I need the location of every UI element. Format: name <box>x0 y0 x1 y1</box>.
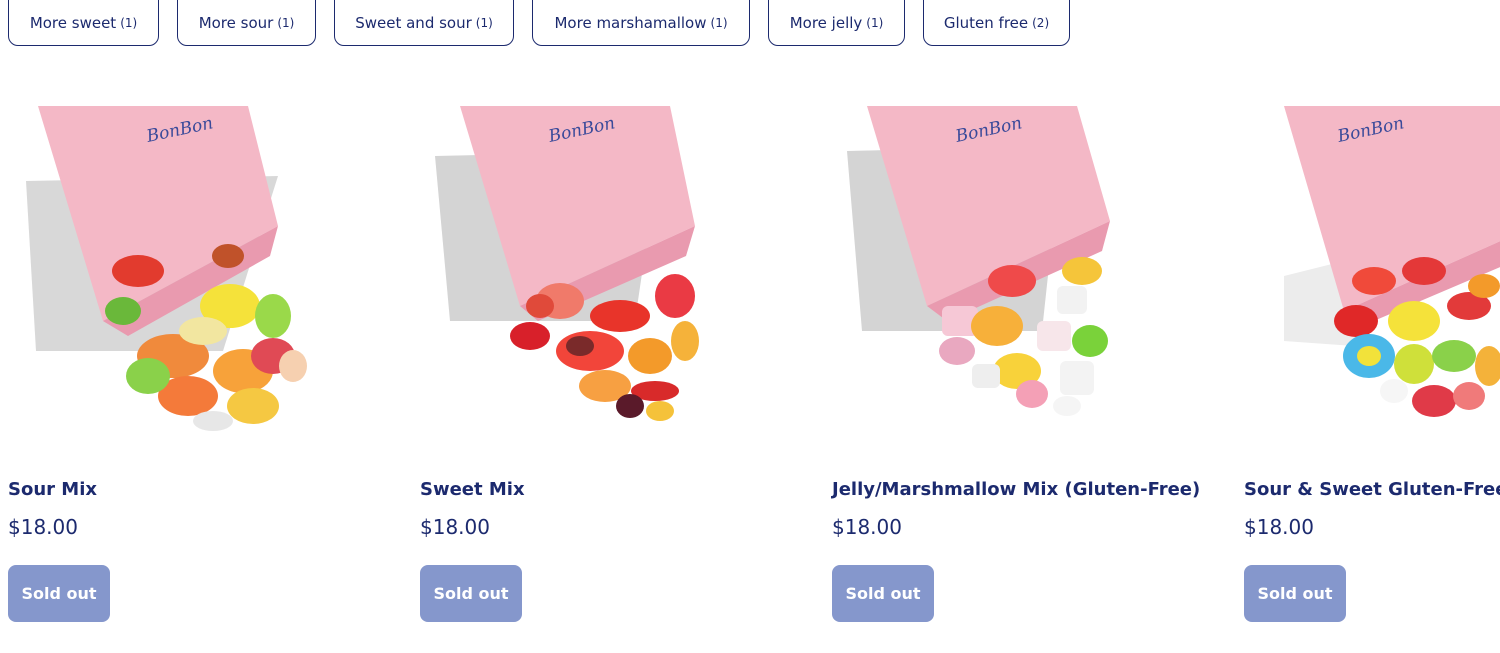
filter-chip-count: (1) <box>120 16 138 30</box>
product-card-sweet-mix[interactable]: BonBon Sweet Mix $18.00 Sold out <box>420 106 832 626</box>
filter-chip-more-jelly[interactable]: More jelly (1) <box>768 0 905 46</box>
filter-chip-label: More jelly <box>789 14 863 32</box>
filter-chip-count: (1) <box>866 16 884 30</box>
filter-chip-sweet-and-sour[interactable]: Sweet and sour (1) <box>334 0 514 46</box>
product-price: $18.00 <box>1244 515 1314 539</box>
sold-out-button[interactable]: Sold out <box>832 565 934 622</box>
product-title[interactable]: Sour & Sweet Gluten-Free Mix <box>1244 479 1500 500</box>
filter-chip-count: (2) <box>1032 16 1050 30</box>
filter-chip-label: More sour <box>198 14 274 32</box>
product-price: $18.00 <box>420 515 490 539</box>
product-title[interactable]: Jelly/Marshmallow Mix (Gluten-Free) <box>832 479 1200 500</box>
filter-chip-label: Sweet and sour <box>355 14 472 32</box>
filter-chip-more-sour[interactable]: More sour (1) <box>177 0 316 46</box>
product-title[interactable]: Sour Mix <box>8 479 97 500</box>
product-image[interactable]: BonBon <box>1244 106 1500 436</box>
filter-chip-label: More marshamallow <box>554 14 707 32</box>
filter-chip-label: Gluten free <box>943 14 1029 32</box>
product-image[interactable]: BonBon <box>420 106 750 436</box>
product-collection-page: More sweet (1) More sour (1) Sweet and sou… <box>0 0 1500 653</box>
product-card-sour-sweet-gluten-free-mix[interactable]: BonBon Sour & Sweet Gluten-Free $18.00 S… <box>1244 106 1500 626</box>
product-image[interactable]: BonBon <box>8 106 338 436</box>
candy-bag-illustration: BonBon <box>26 106 307 431</box>
candy-bag-illustration: BonBon <box>435 106 699 421</box>
product-card-sour-mix[interactable]: BonBon Sour Mix $18.00 Sold out <box>8 106 420 626</box>
filter-chip-more-marshamallow[interactable]: More marshamallow (1) <box>532 0 750 46</box>
filter-chip-count: (1) <box>710 16 728 30</box>
product-price: $18.00 <box>832 515 902 539</box>
filter-chip-more-sweet[interactable]: More sweet (1) <box>8 0 159 46</box>
product-price: $18.00 <box>8 515 78 539</box>
candy-bag-illustration: BonBon <box>1284 106 1500 417</box>
candy-pile <box>1334 257 1500 417</box>
sold-out-button[interactable]: Sold out <box>420 565 522 622</box>
filter-chip-gluten-free[interactable]: Gluten free (2) <box>923 0 1070 46</box>
product-title[interactable]: Sweet Mix <box>420 479 525 500</box>
candy-bag-illustration: BonBon <box>847 106 1110 416</box>
filter-chip-count: (1) <box>475 16 493 30</box>
filter-chip-label: More sweet <box>29 14 117 32</box>
product-card-jelly-marshmallow-mix[interactable]: BonBon Jelly/Marshmallow Mix (Gluten-Fre… <box>832 106 1244 626</box>
product-image[interactable]: BonBon <box>832 106 1162 436</box>
sold-out-button[interactable]: Sold out <box>1244 565 1346 622</box>
sold-out-button[interactable]: Sold out <box>8 565 110 622</box>
filter-chip-count: (1) <box>277 16 295 30</box>
